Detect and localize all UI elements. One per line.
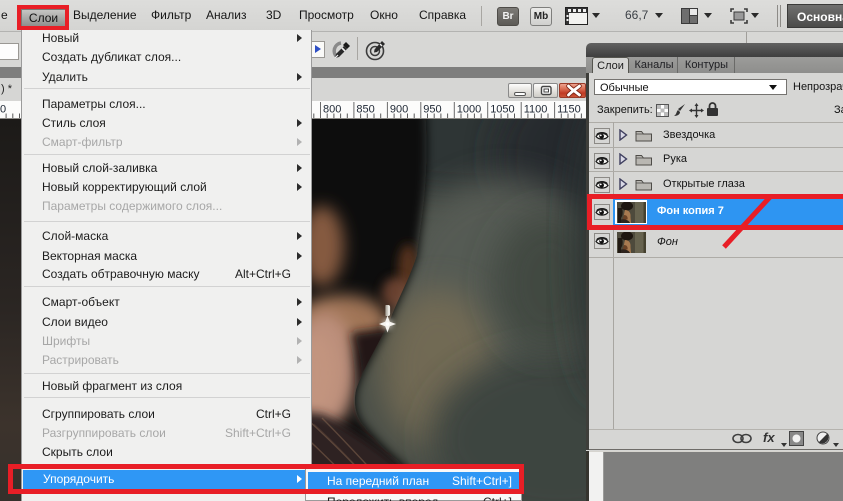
svg-text:1100: 1100 xyxy=(524,104,548,116)
svg-text:1000: 1000 xyxy=(457,104,481,116)
svg-text:1150: 1150 xyxy=(557,104,581,116)
svg-text:1050: 1050 xyxy=(490,104,514,116)
svg-text:850: 850 xyxy=(356,104,374,116)
svg-text:950: 950 xyxy=(423,104,441,116)
svg-text:900: 900 xyxy=(390,104,408,116)
svg-text:800: 800 xyxy=(323,104,341,116)
svg-text:0: 0 xyxy=(0,104,6,116)
